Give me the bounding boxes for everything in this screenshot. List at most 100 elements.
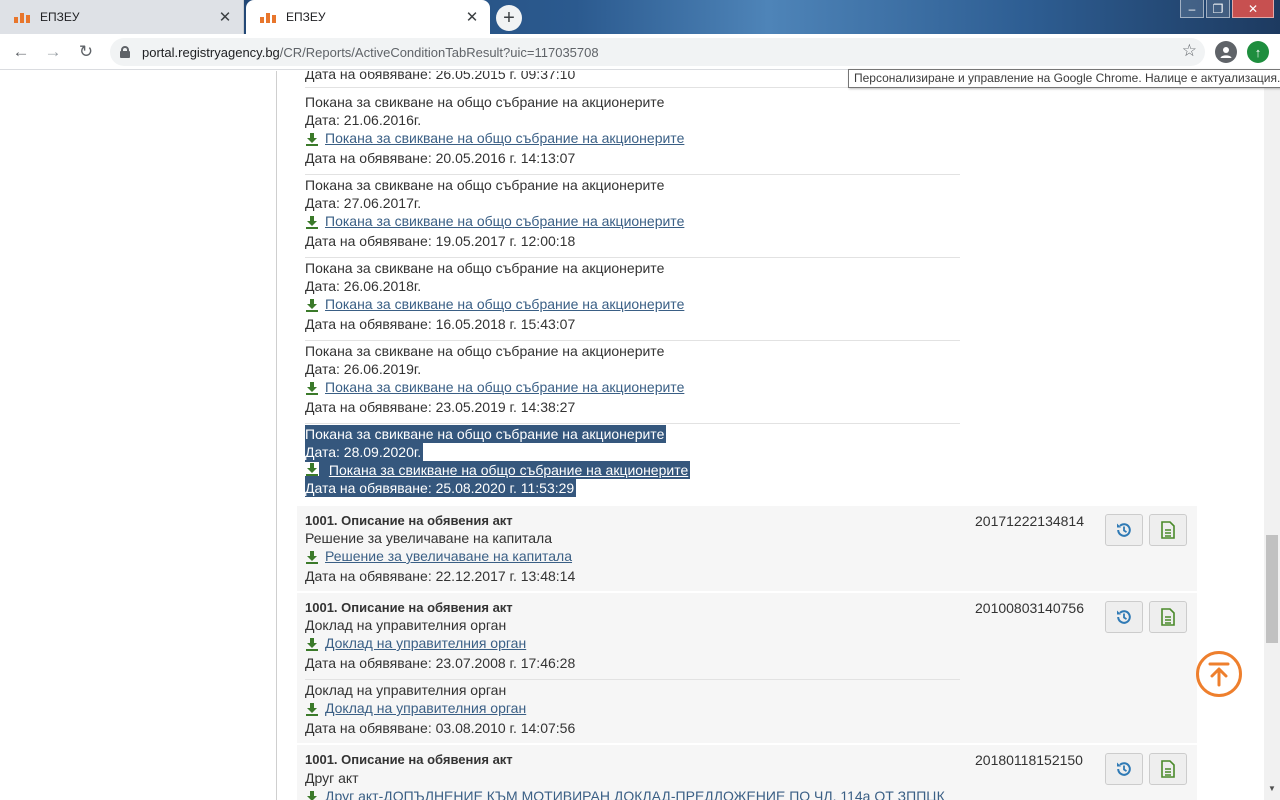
- announce-date: Дата на обявяване: 19.05.2017 г. 12:00:1…: [305, 233, 576, 249]
- invitation-entry: Покана за свикване на общо събрание на а…: [305, 176, 960, 258]
- entry-number: 20171222134814: [975, 513, 1085, 529]
- document-button[interactable]: [1149, 514, 1187, 546]
- chrome-menu-tooltip: Персонализиране и управление на Google C…: [848, 69, 1280, 88]
- close-tab-icon[interactable]: ✕: [460, 5, 484, 29]
- entry-title: Покана за свикване на общо събрание на а…: [305, 260, 665, 276]
- epzeu-favicon-icon: [260, 11, 278, 23]
- block-heading: 1001. Описание на обявения акт: [305, 600, 513, 615]
- address-bar[interactable]: portal.registryagency.bg/CR/Reports/Acti…: [110, 38, 1205, 66]
- scrollbar-thumb[interactable]: [1266, 535, 1278, 643]
- page-viewport: Дата на обявяване: 26.05.2015 г. 09:37:1…: [0, 71, 1264, 800]
- page-scrollbar[interactable]: ▼: [1264, 71, 1280, 800]
- document-button[interactable]: [1149, 753, 1187, 785]
- download-row: Покана за свикване на общо събрание на а…: [305, 129, 684, 147]
- block-heading: 1001. Описание на обявения акт: [305, 752, 513, 767]
- history-button[interactable]: [1105, 601, 1143, 633]
- restore-window-button[interactable]: ❐: [1206, 0, 1230, 18]
- invitation-entry: Покана за свикване на общо събрание на а…: [305, 259, 960, 341]
- document-icon: [1161, 521, 1175, 539]
- invitation-entry-selected: Покана за свикване на общо събрание на а…: [305, 425, 960, 497]
- entry-title: Друг акт: [305, 770, 359, 786]
- download-icon[interactable]: [305, 215, 319, 229]
- act-entry: Друг акт Друг акт-ДОПЪЛНЕНИЕ КЪМ МОТИВИР…: [305, 769, 960, 800]
- download-icon[interactable]: [305, 298, 319, 312]
- entry-title: Доклад на управителния орган: [305, 617, 507, 633]
- download-row: Покана за свикване на общо събрание на а…: [305, 378, 684, 396]
- browser-tab-2[interactable]: ЕПЗЕУ ✕: [246, 0, 490, 34]
- download-row: Доклад на управителния орган: [305, 634, 526, 652]
- arrow-right-icon[interactable]: →: [40, 39, 66, 65]
- tab-title: ЕПЗЕУ: [40, 10, 80, 24]
- announce-date: Дата на обявяване: 23.05.2019 г. 14:38:2…: [305, 399, 576, 415]
- document-icon: [1161, 608, 1175, 626]
- announce-date: Дата на обявяване: 20.05.2016 г. 14:13:0…: [305, 150, 576, 166]
- close-tab-icon[interactable]: ✕: [213, 5, 237, 29]
- close-window-button[interactable]: ✕: [1232, 0, 1274, 18]
- tab-title: ЕПЗЕУ: [286, 10, 326, 24]
- browser-tabstrip: ЕПЗЕУ ✕ ЕПЗЕУ ✕ + – ❐ ✕: [0, 0, 1280, 34]
- profile-icon[interactable]: [1215, 41, 1237, 63]
- entry-date: Дата: 27.06.2017г.: [305, 195, 422, 211]
- browser-tab-1[interactable]: ЕПЗЕУ ✕: [0, 0, 244, 34]
- minimize-window-button[interactable]: –: [1180, 0, 1204, 18]
- entry-title: Покана за свикване на общо събрание на а…: [305, 425, 667, 443]
- download-icon[interactable]: [305, 637, 319, 651]
- epzeu-favicon-icon: [14, 11, 32, 23]
- act-entry: Доклад на управителния орган Доклад на у…: [305, 681, 960, 737]
- star-icon[interactable]: ☆: [1182, 41, 1197, 61]
- document-link[interactable]: Доклад на управителния орган: [325, 634, 526, 652]
- announce-date: Дата на обявяване: 22.12.2017 г. 13:48:1…: [305, 568, 576, 584]
- document-link[interactable]: Покана за свикване на общо събрание на а…: [329, 462, 688, 478]
- entry-title: Покана за свикване на общо събрание на а…: [305, 343, 665, 359]
- download-icon[interactable]: [305, 790, 319, 800]
- entry-title: Покана за свикване на общо събрание на а…: [305, 94, 665, 110]
- document-link[interactable]: Покана за свикване на общо събрание на а…: [325, 212, 684, 230]
- update-arrow-icon[interactable]: ↑: [1247, 41, 1269, 63]
- arrow-left-icon[interactable]: ←: [8, 39, 34, 65]
- new-tab-button[interactable]: +: [496, 5, 522, 31]
- download-icon[interactable]: [305, 132, 319, 146]
- reload-icon[interactable]: ↻: [73, 39, 99, 65]
- lock-icon: [120, 46, 130, 58]
- document-link[interactable]: Покана за свикване на общо събрание на а…: [325, 378, 684, 396]
- history-button[interactable]: [1105, 753, 1143, 785]
- entry-number: 20180118152150: [975, 752, 1083, 768]
- browser-toolbar: ← → ↻ portal.registryagency.bg/CR/Report…: [0, 34, 1280, 70]
- download-row: Друг акт-ДОПЪЛНЕНИЕ КЪМ МОТИВИРАН ДОКЛАД…: [305, 787, 945, 800]
- left-column-divider: [276, 71, 277, 800]
- history-icon: [1117, 523, 1131, 537]
- announce-date: Дата на обявяване: 25.08.2020 г. 11:53:2…: [305, 479, 577, 497]
- download-row: Покана за свикване на общо събрание на а…: [305, 212, 684, 230]
- download-row: Решение за увеличаване на капитала: [305, 547, 572, 565]
- window-controls: – ❐ ✕: [1180, 0, 1274, 18]
- document-link[interactable]: Доклад на управителния орган: [325, 699, 526, 717]
- entry-date: Дата: 21.06.2016г.: [305, 112, 422, 128]
- scroll-to-top-button[interactable]: [1196, 651, 1242, 697]
- document-link[interactable]: Друг акт-ДОПЪЛНЕНИЕ КЪМ МОТИВИРАН ДОКЛАД…: [325, 787, 945, 800]
- history-icon: [1117, 610, 1131, 624]
- download-icon[interactable]: [305, 462, 319, 476]
- download-icon[interactable]: [305, 550, 319, 564]
- entry-date: Дата: 26.06.2018г.: [305, 278, 422, 294]
- download-row: Доклад на управителния орган: [305, 699, 526, 717]
- document-link[interactable]: Покана за свикване на общо събрание на а…: [325, 129, 684, 147]
- block-heading: 1001. Описание на обявения акт: [305, 513, 513, 528]
- document-link[interactable]: Покана за свикване на общо събрание на а…: [325, 295, 684, 313]
- document-button[interactable]: [1149, 601, 1187, 633]
- act-entry: Доклад на управителния орган Доклад на у…: [305, 616, 960, 680]
- download-icon[interactable]: [305, 702, 319, 716]
- download-row: Покана за свикване на общо събрание на а…: [305, 461, 691, 479]
- download-icon[interactable]: [305, 381, 319, 395]
- history-button[interactable]: [1105, 514, 1143, 546]
- entry-date: Дата: 26.06.2019г.: [305, 361, 422, 377]
- download-row: Покана за свикване на общо събрание на а…: [305, 295, 684, 313]
- document-link[interactable]: Решение за увеличаване на капитала: [325, 547, 572, 565]
- announce-date: Дата на обявяване: 16.05.2018 г. 15:43:0…: [305, 316, 576, 332]
- announce-date: Дата на обявяване: 03.08.2010 г. 14:07:5…: [305, 720, 576, 736]
- scroll-down-arrow-icon[interactable]: ▼: [1268, 784, 1276, 793]
- document-icon: [1161, 760, 1175, 778]
- act-entry: Решение за увеличаване на капитала Решен…: [305, 529, 960, 585]
- entry-date: Дата: 28.09.2020г.: [305, 443, 424, 461]
- entry-title: Решение за увеличаване на капитала: [305, 530, 553, 546]
- invitation-entry: Покана за свикване на общо събрание на а…: [305, 342, 960, 424]
